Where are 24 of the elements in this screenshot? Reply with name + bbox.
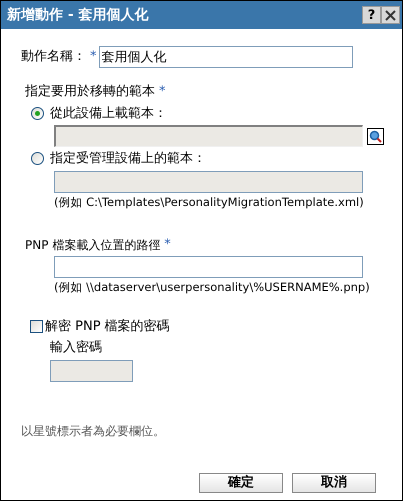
input-field[interactable]: 套用個人化 bbox=[98, 46, 352, 68]
radio-label: 指定受管理設備上的範本： bbox=[50, 150, 206, 168]
field-label: 輸入密碼 bbox=[50, 339, 103, 357]
dialog-button[interactable]: 確定 bbox=[199, 472, 283, 492]
field-label: PNP 檔案載入位置的路徑 bbox=[25, 236, 160, 254]
input-field[interactable] bbox=[54, 256, 363, 278]
close-button[interactable] bbox=[381, 6, 400, 24]
hint-text: (例如 C:\Templates\PersonalityMigrationTemplate.xml) bbox=[54, 194, 365, 210]
required-mark: * bbox=[159, 83, 166, 101]
checkbox[interactable] bbox=[30, 320, 43, 333]
help-button[interactable]: ? bbox=[362, 6, 381, 24]
required-mark: * bbox=[164, 236, 171, 254]
section-label: 指定要用於移轉的範本 bbox=[25, 83, 155, 101]
browse-button[interactable] bbox=[367, 128, 384, 144]
field-label: 動作名稱： bbox=[21, 48, 86, 66]
dialog-button[interactable]: 取消 bbox=[292, 472, 376, 492]
window-title: 新增動作 - 套用個人化 bbox=[7, 6, 150, 24]
checkbox-label: 解密 PNP 檔案的密碼 bbox=[45, 318, 170, 336]
hint-text: (例如 \\dataserver\userpersonality\%USERNAME%.pnp) bbox=[54, 279, 371, 296]
radio-label: 從此設備上載範本： bbox=[50, 104, 167, 122]
search-icon bbox=[369, 130, 382, 142]
required-note: 以星號標示者為必要欄位。 bbox=[21, 422, 166, 440]
required-mark: * bbox=[90, 48, 96, 66]
close-icon bbox=[385, 10, 396, 20]
